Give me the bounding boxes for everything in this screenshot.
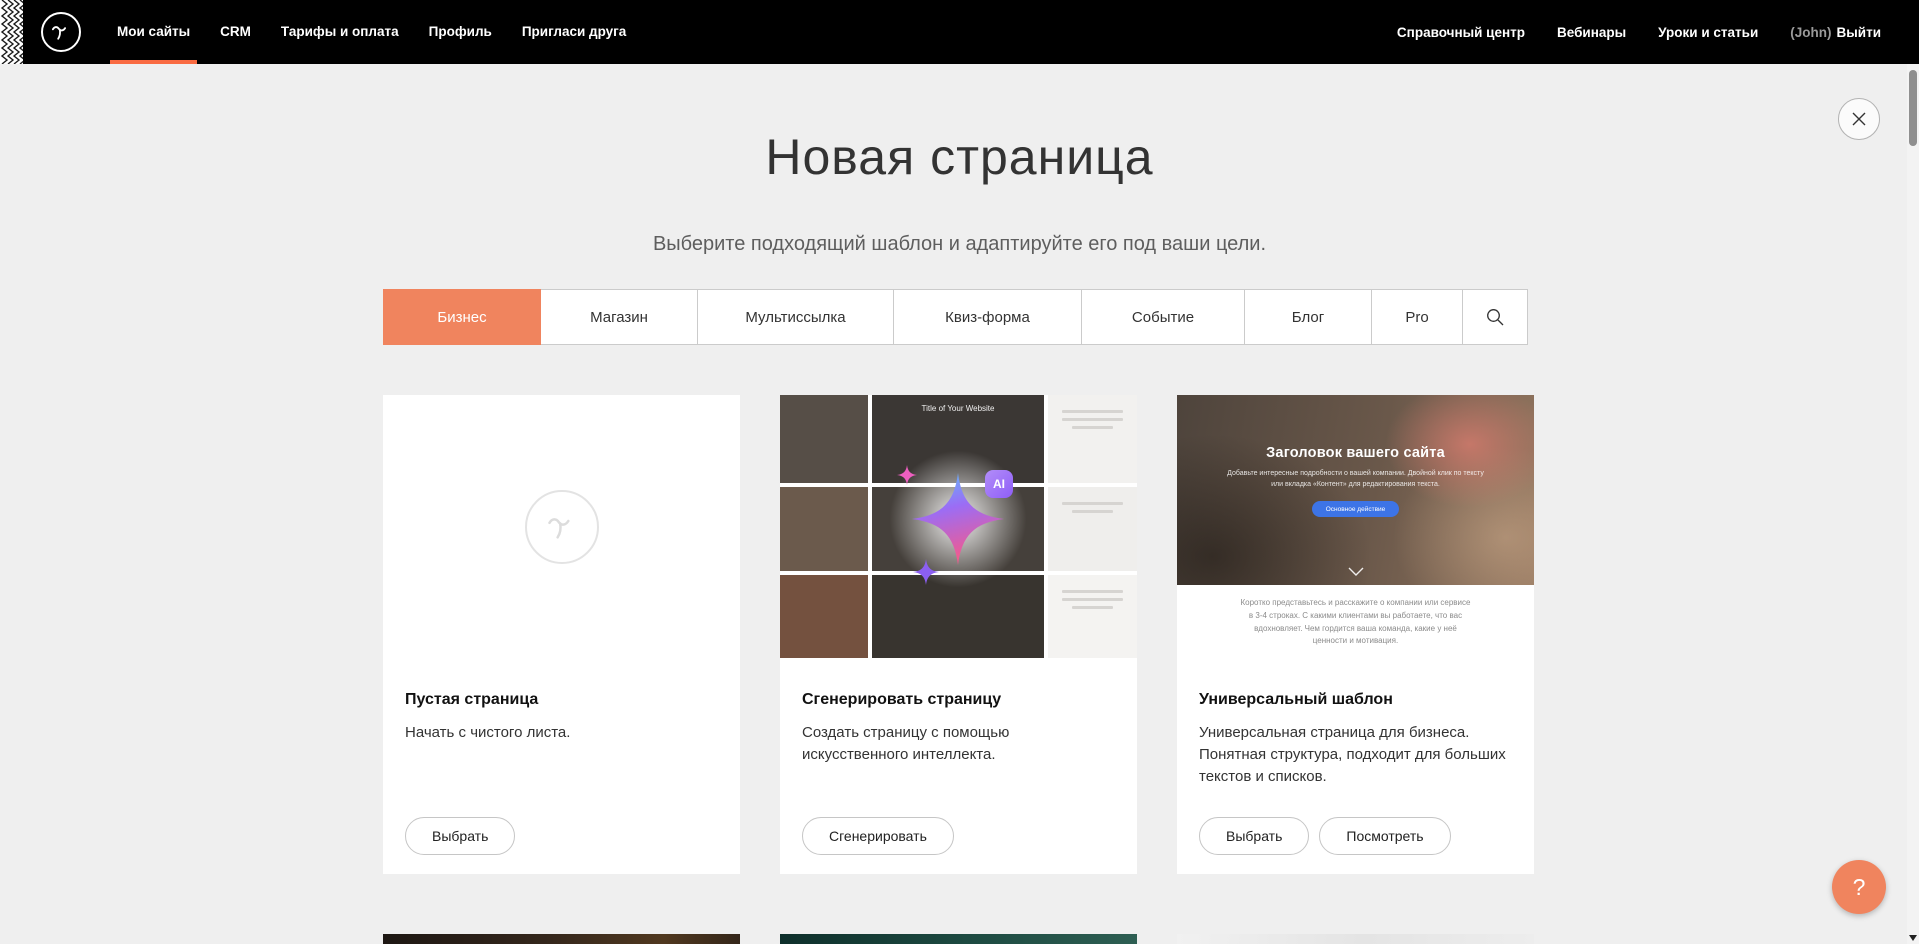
template-card-universal: Заголовок вашего сайта Добавьте интересн…: [1177, 395, 1534, 874]
placeholder-line: [1072, 426, 1113, 429]
close-icon: [1851, 111, 1867, 127]
scrollbar-thumb[interactable]: [1909, 70, 1917, 146]
placeholder-line: [1062, 418, 1123, 421]
nav-logout[interactable]: (John) Выйти: [1790, 25, 1881, 40]
tab-quiz-form[interactable]: Квиз-форма: [893, 289, 1082, 345]
template-hero-title: Заголовок вашего сайта: [1266, 445, 1445, 461]
text-tile: [1048, 575, 1137, 658]
text-tile: [1048, 487, 1137, 571]
tab-event[interactable]: Событие: [1081, 289, 1245, 345]
zigzag-pattern-icon: [0, 0, 23, 64]
zigzag-decoration: [0, 0, 23, 64]
template-grid: Пустая страница Начать с чистого листа. …: [383, 395, 1534, 874]
placeholder-line: [1062, 410, 1123, 413]
tab-search[interactable]: [1462, 289, 1528, 345]
template-grid-row2: [383, 934, 1534, 944]
template-body-section: Коротко представьтесь и расскажите о ком…: [1177, 585, 1534, 658]
account-name: (John): [1790, 25, 1831, 40]
template-body-text: Коротко представьтесь и расскажите о ком…: [1238, 597, 1474, 658]
photo-tile: [872, 487, 1044, 571]
ai-preview: Title of Your Website: [780, 395, 1137, 658]
photo-collage: Title of Your Website: [780, 395, 1137, 658]
text-tile: [1048, 395, 1137, 483]
chevron-down-icon: [1348, 567, 1364, 576]
nav-lessons-articles[interactable]: Уроки и статьи: [1658, 25, 1758, 40]
template-card-partial-1[interactable]: [383, 934, 740, 944]
photo-tile: [780, 395, 868, 483]
scrollbar-header-cap: [1907, 0, 1919, 64]
card-body: Пустая страница Начать с чистого листа.: [383, 658, 740, 744]
tilda-logo[interactable]: [41, 12, 81, 52]
preview-universal-button[interactable]: Посмотреть: [1319, 817, 1450, 855]
card-description: Начать с чистого листа.: [405, 722, 718, 744]
search-icon: [1485, 307, 1505, 327]
top-navigation-bar: Мои сайты CRM Тарифы и оплата Профиль Пр…: [0, 0, 1919, 64]
scrollbar[interactable]: [1907, 0, 1919, 944]
page-subtitle: Выберите подходящий шаблон и адаптируйте…: [0, 233, 1919, 256]
nav-invite-friend[interactable]: Пригласи друга: [507, 0, 641, 64]
help-button[interactable]: ?: [1832, 860, 1886, 914]
generate-button[interactable]: Сгенерировать: [802, 817, 954, 855]
card-title: Универсальный шаблон: [1199, 691, 1512, 709]
placeholder-line: [1062, 598, 1123, 601]
tilda-watermark: [525, 490, 599, 564]
template-hero: Заголовок вашего сайта Добавьте интересн…: [1177, 395, 1534, 585]
nav-my-sites[interactable]: Мои сайты: [102, 0, 205, 64]
card-actions: Сгенерировать: [802, 817, 954, 855]
template-hero-subtitle: Добавьте интересные подробности о вашей …: [1227, 468, 1484, 490]
nav-webinars[interactable]: Вебинары: [1557, 25, 1626, 40]
template-preview-image: [383, 934, 740, 944]
nav-profile[interactable]: Профиль: [414, 0, 507, 64]
mini-site-title: Title of Your Website: [872, 395, 1044, 413]
template-card-blank: Пустая страница Начать с чистого листа. …: [383, 395, 740, 874]
secondary-nav: Справочный центр Вебинары Уроки и статьи…: [1397, 0, 1881, 64]
card-body: Сгенерировать страницу Создать страницу …: [780, 658, 1137, 766]
template-preview-image: [1177, 934, 1534, 944]
nav-help-center[interactable]: Справочный центр: [1397, 25, 1525, 40]
tilda-watermark-icon: [542, 507, 582, 547]
tab-pro[interactable]: Pro: [1371, 289, 1463, 345]
tilda-logo-icon: [48, 19, 74, 45]
choose-blank-button[interactable]: Выбрать: [405, 817, 515, 855]
nav-crm[interactable]: CRM: [205, 0, 266, 64]
photo-tile: [872, 575, 1044, 658]
template-preview-image: [780, 934, 1137, 944]
card-body: Универсальный шаблон Универсальная стран…: [1177, 658, 1534, 787]
universal-preview: Заголовок вашего сайта Добавьте интересн…: [1177, 395, 1534, 658]
placeholder-line: [1072, 606, 1113, 609]
photo-tile: [780, 575, 868, 658]
card-description: Универсальная страница для бизнеса. Поня…: [1199, 722, 1512, 787]
card-title: Пустая страница: [405, 691, 718, 709]
card-actions: Выбрать: [405, 817, 515, 855]
template-card-ai-generate: Title of Your Website: [780, 395, 1137, 874]
close-button[interactable]: [1838, 98, 1880, 140]
template-card-partial-3[interactable]: [1177, 934, 1534, 944]
logout-label: Выйти: [1837, 25, 1882, 40]
tab-shop[interactable]: Магазин: [540, 289, 698, 345]
template-card-partial-2[interactable]: [780, 934, 1137, 944]
tab-blog[interactable]: Блог: [1244, 289, 1372, 345]
tab-business[interactable]: Бизнес: [383, 289, 541, 345]
choose-universal-button[interactable]: Выбрать: [1199, 817, 1309, 855]
nav-tariffs-payment[interactable]: Тарифы и оплата: [266, 0, 414, 64]
template-cta-button: Основное действие: [1312, 501, 1400, 517]
card-title: Сгенерировать страницу: [802, 691, 1115, 709]
blank-preview: [383, 395, 740, 658]
card-actions: Выбрать Посмотреть: [1199, 817, 1451, 855]
photo-tile: [780, 487, 868, 571]
photo-tile: Title of Your Website: [872, 395, 1044, 483]
tab-multilink[interactable]: Мультиссылка: [697, 289, 894, 345]
placeholder-line: [1062, 502, 1123, 505]
page-title: Новая страница: [0, 128, 1919, 186]
card-description: Создать страницу с помощью искусственног…: [802, 722, 1115, 766]
main-nav: Мои сайты CRM Тарифы и оплата Профиль Пр…: [102, 0, 641, 64]
scrollbar-down-arrow-icon[interactable]: [1909, 935, 1917, 941]
placeholder-line: [1072, 510, 1113, 513]
category-tabs: Бизнес Магазин Мультиссылка Квиз-форма С…: [383, 289, 1528, 345]
placeholder-line: [1062, 590, 1123, 593]
